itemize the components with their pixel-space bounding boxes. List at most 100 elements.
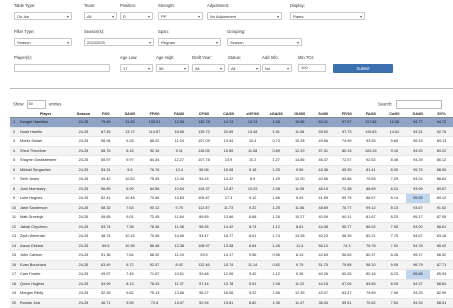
filter-select[interactable]: PP ▾ bbox=[158, 12, 203, 20]
column-header[interactable] bbox=[10, 110, 19, 118]
filter-select-value: No Adjustment bbox=[210, 14, 237, 19]
table-cell: 10.29 bbox=[240, 184, 265, 194]
table-row[interactable]: 17 Cam Fowler 24-25 49.57 7.45 71.57 10.51 92.6… bbox=[10, 269, 453, 280]
table-cell: 1.12 bbox=[264, 222, 288, 232]
filter-select-value: All bbox=[195, 66, 200, 71]
table-row[interactable]: 3 Moritz Seider 24-25 56.94 9.28 86.02 11.04 10… bbox=[10, 136, 453, 147]
table-row[interactable]: 20 Roman Josi 24-25 46.71 9.95 72.6 13.07 92.94… bbox=[10, 298, 453, 308]
table-cell: 9.43 bbox=[287, 193, 312, 204]
table-header: Player Season F/60 SA/60 FF/60 FA/60 CF/60 CA/6… bbox=[10, 110, 453, 118]
column-header[interactable]: Sv/60 bbox=[311, 110, 335, 118]
table-row[interactable]: 12 Jakob Chychrun 24-25 53.74 7.38 78.36 11.38… bbox=[10, 222, 453, 232]
table-cell: 76.76 bbox=[141, 165, 168, 175]
table-cell: 8.82 bbox=[240, 298, 265, 308]
table-cell: 89.89 bbox=[191, 212, 217, 223]
table-cell: 96.06 bbox=[191, 165, 217, 175]
table-cell: 59.75 bbox=[334, 193, 359, 204]
submit-button[interactable]: Submit bbox=[333, 64, 393, 73]
table-row[interactable]: 7 Seth Jones 24-25 49.42 10.52 75.49 12.44 94.2… bbox=[10, 174, 453, 185]
table-cell: 69.5 bbox=[93, 241, 118, 251]
column-header[interactable]: SV% bbox=[429, 110, 453, 118]
table-cell: 89.67 bbox=[429, 184, 453, 194]
column-header[interactable]: xGA/60 bbox=[264, 110, 288, 118]
table-cell: 49.57 bbox=[93, 269, 118, 280]
search-input[interactable] bbox=[395, 100, 442, 109]
table-cell: 24-25 bbox=[73, 155, 94, 166]
filter-select[interactable]: Season ▾ bbox=[14, 38, 72, 46]
filter-select[interactable]: No Adjustment ▾ bbox=[207, 12, 282, 20]
column-header[interactable]: FA/60 bbox=[167, 110, 192, 118]
table-cell: 12.4 bbox=[167, 165, 192, 175]
table-cell: 105.87 bbox=[191, 193, 217, 204]
filter-select[interactable]: Regular ▾ bbox=[158, 38, 221, 46]
table-row[interactable]: 8 Josh Morrissey 24-25 56.89 6.99 84.56 10.54 1… bbox=[10, 184, 453, 194]
table-row[interactable]: 13 Zach Werenski 24-25 48.74 10.15 70.96 14.06… bbox=[10, 231, 453, 242]
column-header[interactable]: F/60 bbox=[93, 110, 118, 118]
filter-select[interactable]: Season ▾ bbox=[227, 38, 302, 46]
column-header[interactable]: FF/60 bbox=[141, 110, 168, 118]
column-header[interactable]: GU/60 bbox=[287, 110, 312, 118]
table-cell: 9.56 bbox=[240, 250, 265, 261]
chevron-down-icon: ▾ bbox=[147, 14, 150, 19]
filter-select[interactable]: On-Ice ▾ bbox=[14, 12, 72, 20]
player-name-cell: Roman Josi bbox=[18, 298, 74, 308]
table-cell: 84.34 bbox=[141, 155, 168, 166]
add-info-select[interactable]: No ▾ bbox=[262, 64, 292, 72]
column-header[interactable]: xGF/60 bbox=[240, 110, 265, 118]
table-cell: 9.22 bbox=[240, 288, 265, 299]
entries-select[interactable]: 50 bbox=[26, 100, 46, 109]
filter-select[interactable]: Rates ▾ bbox=[290, 12, 365, 20]
column-header[interactable]: GA/60 bbox=[405, 110, 430, 118]
column-header[interactable]: CF/60 bbox=[191, 110, 217, 118]
table-cell: 14.42 bbox=[216, 222, 241, 232]
age-low-select[interactable]: 17 ▾ bbox=[120, 64, 153, 72]
table-row[interactable]: 6 Mikhail Sergachev 24-25 53.31 9.5 76.76 12.4… bbox=[10, 165, 453, 175]
player-select[interactable] bbox=[14, 64, 110, 72]
table-cell: 132.78 bbox=[191, 117, 217, 128]
min-toi-input[interactable]: 100 bbox=[298, 64, 326, 72]
draft-year-select[interactable]: All ▾ bbox=[192, 64, 225, 72]
table-row[interactable]: 1 Dougie Hamilton 24-25 79.69 11.29 105.01 12.… bbox=[10, 117, 453, 128]
table-cell: 107.09 bbox=[191, 136, 217, 147]
status-select[interactable]: All ▾ bbox=[228, 64, 261, 72]
table-row[interactable]: 11 Matt Grzelcyk 24-25 49.65 9.01 72.45 11.84 8… bbox=[10, 212, 453, 223]
table-row[interactable]: 15 John Carlson 24-25 51.36 7.64 68.32 11.04 93… bbox=[10, 250, 453, 261]
column-header[interactable]: Season bbox=[73, 110, 94, 118]
table-cell: 71.57 bbox=[141, 269, 168, 280]
table-cell: 79.62 bbox=[358, 298, 383, 308]
age-high-select[interactable]: 58 ▾ bbox=[156, 64, 189, 72]
table-cell: 76.77 bbox=[334, 203, 359, 213]
table-cell: 84.56 bbox=[141, 184, 168, 194]
table-row[interactable]: 18 Quinn Hughes 24-25 53.99 8.13 78.43 11.37 97… bbox=[10, 279, 453, 289]
table-row[interactable]: 4 Shea Theodore 24-25 68.76 6.15 92.16 9.11 116… bbox=[10, 146, 453, 156]
table-cell: 8.64 bbox=[240, 241, 265, 251]
column-header[interactable]: SA/60 bbox=[117, 110, 142, 118]
table-cell: 83.65 bbox=[358, 279, 383, 289]
column-header[interactable]: CA/60 bbox=[216, 110, 241, 118]
filter-label: Status: bbox=[228, 55, 242, 60]
table-cell: 18.77 bbox=[216, 231, 241, 242]
table-row[interactable]: 5 Shayne Gostisbehere 24-25 55.97 9.97 84.34 1… bbox=[10, 155, 453, 166]
column-header[interactable]: FF/60 bbox=[334, 110, 359, 118]
table-cell: 40.09 bbox=[311, 212, 335, 223]
column-header[interactable]: Cn/60 bbox=[382, 110, 406, 118]
column-header[interactable]: Player bbox=[18, 110, 74, 118]
table-cell: 65.77 bbox=[334, 222, 359, 232]
player-name-cell: John Carlson bbox=[18, 250, 74, 261]
table-row[interactable]: 19 Morgan Rielly 24-25 52.39 9.82 75.13 13.66 9… bbox=[10, 288, 453, 299]
filter-select[interactable]: 20242025 ▾ bbox=[84, 38, 154, 46]
table-row[interactable]: 10 Jake Sanderson 24-25 58.32 7.63 90.12 9.75 1… bbox=[10, 203, 453, 213]
table-cell: 6.72 bbox=[117, 260, 142, 270]
filter-label: Age Low: bbox=[120, 55, 138, 60]
table-row[interactable]: 16 Evan Bouchard 24-25 63.49 6.72 92.57 8.92 11… bbox=[10, 260, 453, 270]
filter-select[interactable]: D ▾ bbox=[120, 12, 153, 20]
table-cell: 12.96 bbox=[167, 117, 192, 128]
table-cell: 93.55 bbox=[358, 136, 383, 147]
table-row[interactable]: 14 Aaron Ekblad 24-25 69.5 10.36 86.48 12.38 10… bbox=[10, 241, 453, 251]
table-row[interactable]: 9 Luke Hughes 24-25 52.41 10.48 73.56 13.63 105… bbox=[10, 193, 453, 204]
column-header[interactable]: FA/60 bbox=[358, 110, 383, 118]
filter-select[interactable]: All ▾ bbox=[84, 12, 117, 20]
table-row[interactable]: 2 Noah Hanifin 24-25 87.45 13.72 114.87 18.56 1… bbox=[10, 127, 453, 137]
table-cell: 85.93 bbox=[429, 269, 453, 280]
table-cell: 70.96 bbox=[141, 231, 168, 242]
